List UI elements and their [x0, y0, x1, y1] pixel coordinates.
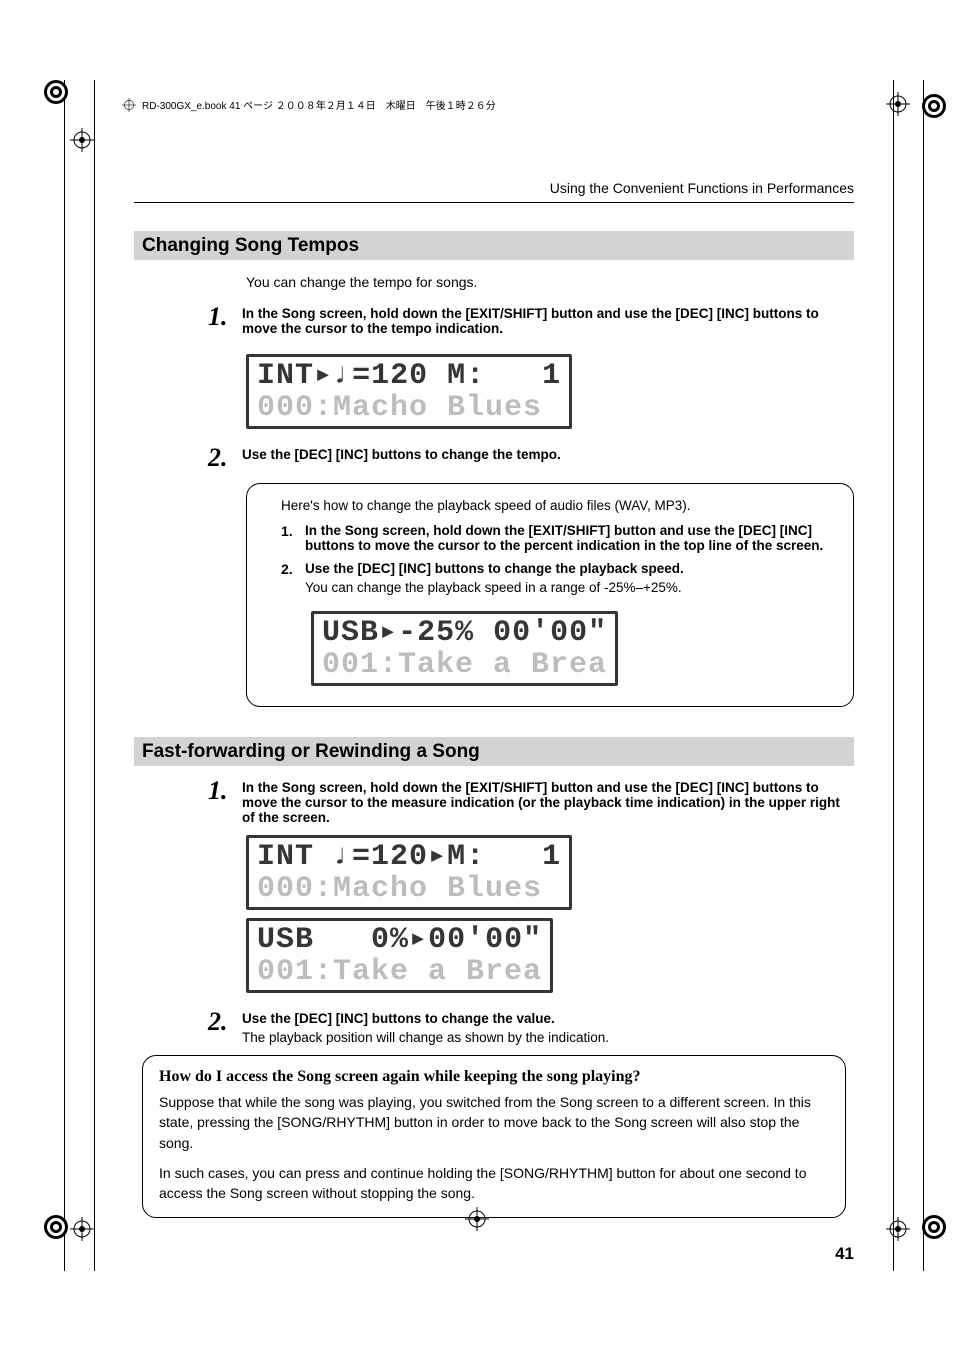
step-1-text: In the Song screen, hold down the [EXIT/… — [242, 306, 819, 336]
crosshair-icon — [70, 128, 94, 152]
lcd-display-measure: INT ♩=120▸M: 1 000:Macho Blues — [246, 835, 572, 910]
registration-mark-icon — [42, 1213, 70, 1241]
step-1: 1 In the Song screen, hold down the [EXI… — [208, 780, 854, 825]
tip-paragraph: In such cases, you can press and continu… — [159, 1163, 829, 1204]
lcd-line: INT▸♩=120 M: 1 — [257, 359, 561, 393]
step-number: 1 — [208, 778, 242, 804]
section-heading-tempos: Changing Song Tempos — [134, 231, 854, 260]
step-number: 2 — [208, 1009, 242, 1035]
step-number: 2 — [208, 445, 242, 471]
step-2: 2 Use the [DEC] [INC] buttons to change … — [208, 447, 854, 473]
lcd-line: 001:Take a Brea — [322, 648, 607, 682]
step-2: 2 Use the [DEC] [INC] buttons to change … — [208, 1011, 854, 1045]
registration-mark-icon — [42, 78, 70, 106]
step-number: 1 — [208, 304, 242, 330]
step-2-text: Use the [DEC] [INC] buttons to change th… — [242, 447, 561, 462]
note-step-2-text: Use the [DEC] [INC] buttons to change th… — [305, 561, 684, 576]
print-header-stamp: RD-300GX_e.book 41 ページ ２００８年２月１４日 木曜日 午後… — [122, 97, 496, 112]
lcd-display-usb-speed: USB▸-25% 00'00" 001:Take a Brea — [311, 611, 618, 686]
step-1-text: In the Song screen, hold down the [EXIT/… — [242, 780, 840, 825]
lcd-line: INT ♩=120▸M: 1 — [257, 840, 561, 874]
running-head: Using the Convenient Functions in Perfor… — [134, 180, 854, 196]
tip-paragraph: Suppose that while the song was playing,… — [159, 1092, 829, 1153]
note-step-2: 2. Use the [DEC] [INC] buttons to change… — [281, 561, 833, 595]
note-step-1: 1. In the Song screen, hold down the [EX… — [281, 523, 833, 553]
tip-title: How do I access the Song screen again wh… — [159, 1068, 829, 1086]
step-2-text: Use the [DEC] [INC] buttons to change th… — [242, 1011, 555, 1026]
registration-mark-icon — [920, 92, 948, 120]
lcd-line: USB 0%▸00'00" — [257, 923, 542, 957]
registration-mark-icon — [920, 1213, 948, 1241]
lcd-line: 000:Macho Blues — [257, 872, 542, 906]
crosshair-icon — [70, 1217, 94, 1241]
step-2-followup: The playback position will change as sho… — [242, 1030, 854, 1045]
intro-text: You can change the tempo for songs. — [246, 274, 854, 290]
running-head-rule — [134, 202, 854, 203]
note-step-1-text: In the Song screen, hold down the [EXIT/… — [305, 523, 823, 553]
note-step-2-followup: You can change the playback speed in a r… — [305, 580, 833, 595]
note-step-number: 2. — [281, 561, 305, 577]
crosshair-icon — [122, 98, 136, 112]
note-intro: Here's how to change the playback speed … — [281, 498, 833, 513]
tip-box: How do I access the Song screen again wh… — [142, 1055, 846, 1218]
lcd-display-usb-time: USB 0%▸00'00" 001:Take a Brea — [246, 918, 553, 993]
lcd-line: 001:Take a Brea — [257, 955, 542, 989]
lcd-line: USB▸-25% 00'00" — [322, 616, 607, 650]
section-heading-fastforward: Fast-forwarding or Rewinding a Song — [134, 737, 854, 766]
step-1: 1 In the Song screen, hold down the [EXI… — [208, 306, 854, 336]
note-step-number: 1. — [281, 523, 305, 539]
lcd-display-tempo: INT▸♩=120 M: 1 000:Macho Blues — [246, 354, 572, 429]
crosshair-icon — [886, 92, 910, 116]
page-number: 41 — [134, 1244, 854, 1264]
note-box-playback-speed: Here's how to change the playback speed … — [246, 483, 854, 707]
crosshair-icon — [886, 1217, 910, 1241]
print-header-text: RD-300GX_e.book 41 ページ ２００８年２月１４日 木曜日 午後… — [142, 97, 496, 112]
lcd-line: 000:Macho Blues — [257, 391, 542, 425]
